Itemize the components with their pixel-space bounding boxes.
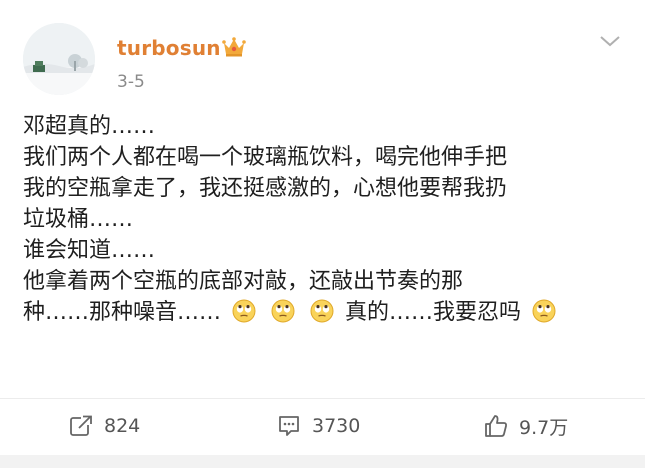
repost-count: 824 (104, 415, 141, 437)
weibo-post: turbosun 3-5 邓超真的…… 我们两个人都在喝一个玻璃瓶饮料，喝完他伸… (0, 0, 645, 468)
post-text-line: 谁会知道…… (23, 238, 156, 263)
post-content: 邓超真的…… 我们两个人都在喝一个玻璃瓶饮料，喝完他伸手把 我的空瓶拿走了，我还… (23, 111, 623, 328)
username[interactable]: turbosun (117, 36, 221, 60)
post-text-segment: 真的……我要忍吗 (345, 300, 522, 325)
post-text-line: 我的空瓶拿走了，我还挺感激的，心想他要帮我扔 (23, 176, 508, 201)
avatar[interactable] (23, 23, 95, 95)
comment-count: 3730 (312, 415, 361, 437)
like-icon (485, 415, 507, 437)
like-button[interactable]: 9.7万 (483, 408, 568, 444)
eye-roll-emoji (232, 299, 256, 323)
repost-button[interactable]: 824 (68, 408, 140, 444)
eye-roll-emoji (271, 299, 295, 323)
post-text-line-last: 种……那种噪音…… 真的……我要忍吗 (23, 297, 623, 328)
repost-icon (70, 415, 93, 436)
divider (0, 398, 645, 399)
post-text-line: 他拿着两个空瓶的底部对敲，还敲出节奏的那 (23, 269, 464, 294)
post-text-line: 邓超真的…… (23, 114, 156, 139)
eye-roll-emoji (532, 299, 556, 323)
feed-separator (0, 455, 645, 468)
chevron-down-icon[interactable] (598, 33, 622, 49)
eye-roll-emoji (310, 299, 334, 323)
comment-button[interactable]: 3730 (276, 408, 360, 444)
post-date: 3-5 (117, 72, 145, 92)
like-count: 9.7万 (519, 416, 569, 439)
post-text-line: 垃圾桶…… (23, 207, 134, 232)
post-text-line: 我们两个人都在喝一个玻璃瓶饮料，喝完他伸手把 (23, 145, 508, 170)
comment-icon (279, 416, 299, 436)
post-text-segment: 种……那种噪音…… (23, 300, 222, 325)
verified-crown-icon (222, 36, 246, 58)
